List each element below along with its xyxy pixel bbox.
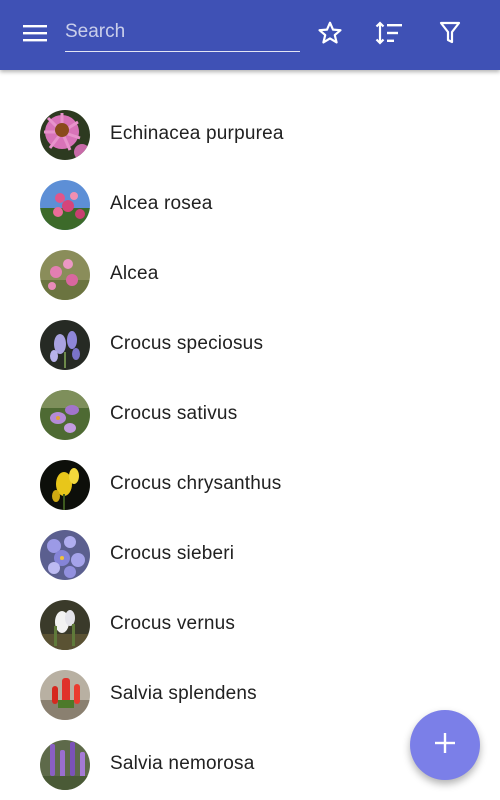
- menu-icon: [23, 24, 47, 47]
- list-item[interactable]: Crocus sieberi: [0, 520, 500, 590]
- plant-name: Salvia nemorosa: [110, 753, 255, 774]
- plant-list: Echinacea purpurea Alcea rosea Alcea Cro…: [0, 100, 500, 800]
- plant-name: Echinacea purpurea: [110, 123, 284, 144]
- star-outline-icon: [317, 20, 343, 51]
- filter-icon: [439, 21, 461, 50]
- plant-name: Alcea: [110, 263, 159, 284]
- search-field: [65, 14, 300, 52]
- list-item[interactable]: Crocus sativus: [0, 380, 500, 450]
- avatar: [40, 390, 90, 440]
- list-item[interactable]: Crocus vernus: [0, 590, 500, 660]
- sort-icon: [375, 20, 403, 50]
- list-item[interactable]: Alcea: [0, 240, 500, 310]
- app-toolbar: [0, 0, 500, 70]
- avatar: [40, 740, 90, 790]
- list-item[interactable]: Echinacea purpurea: [0, 100, 500, 170]
- avatar: [40, 180, 90, 230]
- plant-name: Crocus speciosus: [110, 333, 264, 354]
- avatar: [40, 460, 90, 510]
- avatar: [40, 530, 90, 580]
- filter-button[interactable]: [430, 15, 470, 55]
- plant-list-screen: Echinacea purpurea Alcea rosea: [0, 0, 500, 800]
- plant-name: Crocus chrysanthus: [110, 473, 282, 494]
- avatar: [40, 110, 90, 160]
- avatar: [40, 600, 90, 650]
- list-item[interactable]: Alcea rosea: [0, 170, 500, 240]
- plant-name: Crocus sieberi: [110, 543, 235, 564]
- plant-name: Alcea rosea: [110, 193, 213, 214]
- list-item[interactable]: Crocus chrysanthus: [0, 450, 500, 520]
- avatar: [40, 670, 90, 720]
- list-item[interactable]: Crocus speciosus: [0, 310, 500, 380]
- search-input[interactable]: [65, 18, 300, 46]
- plant-name: Crocus vernus: [110, 613, 236, 634]
- favorites-button[interactable]: [310, 15, 350, 55]
- plant-name: Salvia splendens: [110, 683, 257, 704]
- avatar: [40, 320, 90, 370]
- plus-icon: [434, 732, 456, 759]
- menu-button[interactable]: [14, 15, 56, 55]
- plant-name: Crocus sativus: [110, 403, 238, 424]
- avatar: [40, 250, 90, 300]
- add-plant-button[interactable]: [410, 710, 480, 780]
- sort-button[interactable]: [369, 15, 409, 55]
